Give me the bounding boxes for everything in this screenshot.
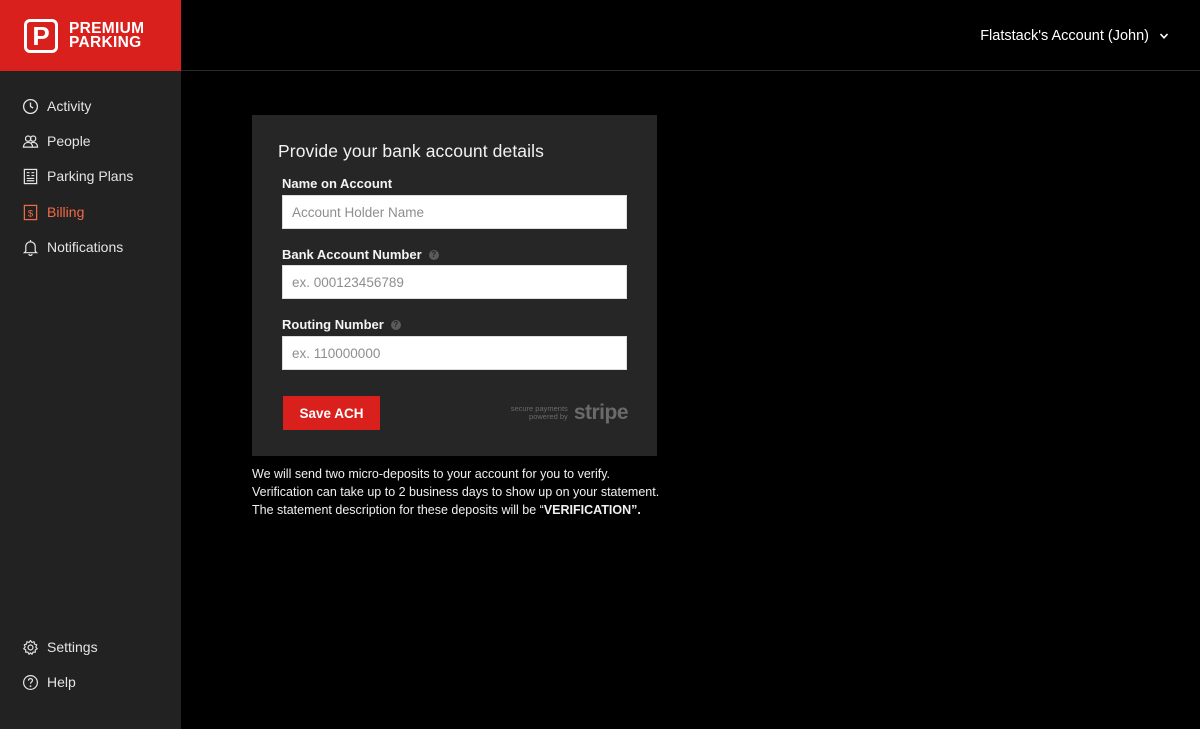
card-title: Provide your bank account details <box>278 141 544 161</box>
sidebar-item-label: Notifications <box>47 239 124 255</box>
parking-p-icon: P <box>24 18 58 53</box>
routing-number-label: Routing Number ? <box>282 317 401 332</box>
sidebar: Activity People Parking Plans $ Billing … <box>0 71 181 729</box>
brand-name: PREMIUM PARKING <box>69 20 144 51</box>
sidebar-item-activity[interactable]: Activity <box>0 92 181 120</box>
sidebar-item-billing[interactable]: $ Billing <box>0 198 181 226</box>
gear-icon <box>21 638 39 656</box>
name-on-account-label-text: Name on Account <box>282 176 393 191</box>
stripe-badge: secure payments powered by stripe <box>502 401 629 425</box>
bell-icon <box>21 238 39 256</box>
name-on-account-label: Name on Account <box>282 176 392 191</box>
sidebar-item-label: Parking Plans <box>47 168 134 184</box>
stripe-logo: stripe <box>573 401 629 424</box>
bank-account-number-label: Bank Account Number ? <box>282 247 439 262</box>
top-header: Flatstack's Account (John) <box>181 0 1200 71</box>
account-switcher[interactable]: Flatstack's Account (John) <box>980 28 1169 44</box>
document-icon <box>21 167 39 185</box>
brand-name-line2: PARKING <box>69 33 142 51</box>
sidebar-item-people[interactable]: People <box>0 127 181 155</box>
help-circle-icon <box>21 673 39 691</box>
sidebar-item-label: Settings <box>47 639 98 655</box>
sidebar-item-parking-plans[interactable]: Parking Plans <box>0 162 181 190</box>
help-icon[interactable]: ? <box>428 249 439 260</box>
brand-logo[interactable]: P PREMIUM PARKING <box>0 0 181 71</box>
clock-icon <box>21 97 39 115</box>
sidebar-item-label: Billing <box>47 204 85 220</box>
save-ach-button[interactable]: Save ACH <box>283 396 380 430</box>
routing-number-input[interactable] <box>282 336 627 370</box>
account-label: Flatstack's Account (John) <box>980 28 1149 44</box>
bank-account-number-input[interactable] <box>282 265 627 299</box>
sidebar-item-help[interactable]: Help <box>0 668 181 696</box>
verification-note: We will send two micro-deposits to your … <box>252 465 662 519</box>
chevron-down-icon <box>1159 31 1169 41</box>
sidebar-item-label: Help <box>47 674 76 690</box>
stripe-caption: secure payments powered by <box>511 405 568 421</box>
svg-text:$: $ <box>27 208 33 219</box>
name-on-account-input[interactable] <box>282 195 627 229</box>
sidebar-item-label: Activity <box>47 98 92 114</box>
sidebar-item-notifications[interactable]: Notifications <box>0 233 181 261</box>
bank-account-number-label-text: Bank Account Number <box>282 247 422 262</box>
help-icon[interactable]: ? <box>390 319 401 330</box>
verification-keyword: VERIFICATION <box>543 503 632 517</box>
routing-number-label-text: Routing Number <box>282 317 384 332</box>
stripe-caption-line2: powered by <box>529 412 568 421</box>
sidebar-item-label: People <box>47 133 91 149</box>
verification-note-close: ”. <box>631 503 641 517</box>
people-icon <box>21 132 39 150</box>
bank-details-card: Provide your bank account details Name o… <box>252 115 657 456</box>
receipt-icon: $ <box>21 203 39 221</box>
sidebar-item-settings[interactable]: Settings <box>0 633 181 661</box>
